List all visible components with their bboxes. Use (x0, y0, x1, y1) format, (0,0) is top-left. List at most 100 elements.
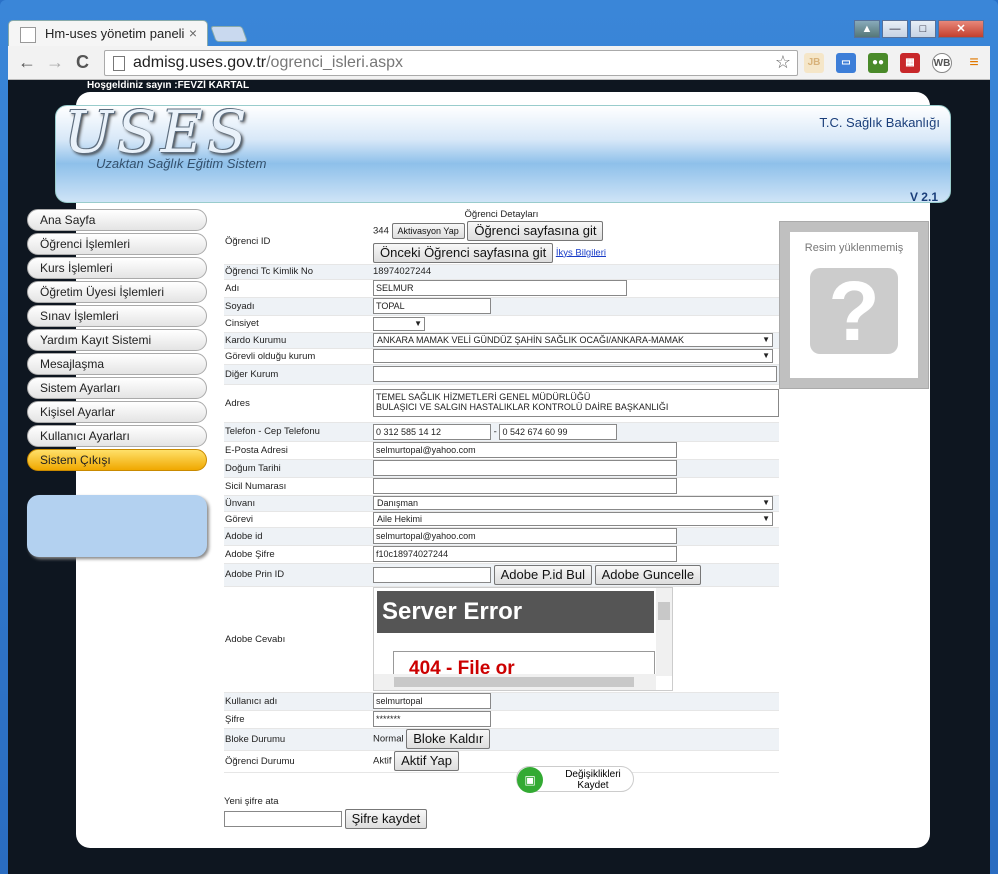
dogum-input[interactable] (373, 460, 677, 476)
dropdown-arrow-icon: ▼ (762, 351, 770, 360)
gorevli-kurum-select[interactable]: ▼ (373, 349, 773, 363)
prev-student-page-button[interactable]: Önceki Öğrenci sayfasına git (373, 242, 554, 263)
new-password-section: Yeni şifre ata Şifre kaydet (224, 796, 779, 829)
tab-strip: Hm-uses yönetim paneli × ▲ — □ ✕ (8, 18, 990, 46)
menu-item-ana-sayfa[interactable]: Ana Sayfa (27, 209, 207, 231)
adi-input[interactable]: SELMUR (373, 280, 627, 296)
label-sicil: Sicil Numarası (224, 477, 373, 495)
label-email: E-Posta Adresi (224, 441, 373, 459)
vertical-scrollbar[interactable] (656, 588, 672, 676)
save-password-button[interactable]: Şifre kaydet (344, 809, 428, 829)
browser-tab[interactable]: Hm-uses yönetim paneli × (8, 20, 208, 46)
forward-icon[interactable]: → (46, 52, 64, 73)
kardo-select[interactable]: ANKARA MAMAK VELİ GÜNDÜZ ŞAHİN SAĞLIK OC… (373, 333, 773, 347)
address-bar[interactable]: admisg.uses.gov.tr/ogrenci_isleri.aspx ☆ (104, 50, 798, 76)
phone-separator: - (493, 426, 497, 438)
bookmark-star-icon[interactable]: ☆ (775, 52, 791, 73)
sifre-input[interactable]: ******* (373, 711, 491, 727)
save-changes-label: Değişiklikleri Kaydet (553, 769, 633, 791)
version-label: V 2.1 (909, 190, 938, 204)
label-dogum: Doğum Tarihi (224, 459, 373, 477)
menu-item-kisisel-ayarlar[interactable]: Kişisel Ayarlar (27, 401, 207, 423)
adobe-id-input[interactable]: selmurtopal@yahoo.com (373, 528, 677, 544)
activate-button[interactable]: Aktif Yap (394, 751, 459, 771)
ikys-info-link[interactable]: İkys Bilgileri (556, 247, 606, 258)
unblock-button[interactable]: Bloke Kaldır (406, 729, 491, 749)
save-changes-button[interactable]: ▣ Değişiklikleri Kaydet (516, 766, 634, 793)
menu-icon[interactable]: ≡ (964, 53, 984, 73)
label-ogrenci-id: Öğrenci ID (224, 220, 373, 264)
telefon-input[interactable]: 0 312 585 14 12 (373, 423, 491, 440)
label-kardo: Kardo Kurumu (224, 332, 373, 348)
adobe-prin-input[interactable] (373, 566, 491, 583)
menu-item-sistem-cikisi[interactable]: Sistem Çıkışı (27, 449, 207, 471)
side-menu: Ana Sayfa Öğrenci İşlemleri Kurs İşlemle… (27, 209, 207, 473)
logo-subtitle: Uzaktan Sağlık Eğitim Sistem (96, 156, 267, 171)
kullanici-input[interactable]: selmurtopal (373, 693, 491, 709)
soyadi-input[interactable]: TOPAL (373, 298, 491, 314)
activation-button[interactable]: Aktivasyon Yap (391, 222, 465, 239)
label-ogrenci-durum: Öğrenci Durumu (224, 750, 373, 772)
label-sifre: Şifre (224, 710, 373, 728)
unvan-select[interactable]: Danışman ▼ (373, 496, 773, 510)
new-password-input[interactable] (224, 811, 342, 827)
reload-icon[interactable]: C (76, 52, 89, 73)
adobe-sifre-input[interactable]: f10c18974027244 (373, 546, 677, 562)
scroll-thumb[interactable] (658, 602, 670, 620)
question-mark-icon: ? (810, 268, 898, 354)
browser-toolbar: ← → C admisg.uses.gov.tr/ogrenci_isleri.… (8, 46, 990, 80)
menu-item-kurs-islemleri[interactable]: Kurs İşlemleri (27, 257, 207, 279)
menu-item-mesajlasma[interactable]: Mesajlaşma (27, 353, 207, 375)
window-controls: ▲ — □ ✕ (854, 20, 984, 38)
new-tab-button[interactable] (210, 26, 248, 42)
label-adobe-cevap: Adobe Cevabı (224, 586, 373, 692)
maximize-button[interactable]: □ (910, 20, 936, 38)
adobe-response-frame[interactable]: Server Error 404 - File or (373, 587, 673, 691)
cep-telefon-input[interactable]: 0 542 674 60 99 (499, 423, 618, 440)
back-icon[interactable]: ← (18, 52, 36, 73)
menu-item-ogretim-uyesi[interactable]: Öğretim Üyesi İşlemleri (27, 281, 207, 303)
adres-line-1: TEMEL SAĞLIK HİZMETLERİ GENEL MÜDÜRLÜĞÜ (376, 392, 591, 402)
email-input[interactable]: selmurtopal@yahoo.com (373, 442, 677, 458)
minimize-button[interactable]: — (882, 20, 908, 38)
menu-item-sistem-ayarlari[interactable]: Sistem Ayarları (27, 377, 207, 399)
diger-kurum-input[interactable] (373, 366, 777, 382)
photo-placeholder-text: Resim yüklenmemiş (804, 242, 904, 254)
adres-line-2: BULAŞICI VE SALGIN HASTALIKLAR KONTROLÜ … (376, 402, 669, 412)
label-unvan: Ünvanı (224, 495, 373, 511)
gorevi-select[interactable]: Aile Hekimi ▼ (373, 512, 773, 526)
label-adres: Adres (224, 384, 373, 422)
menu-item-sinav-islemleri[interactable]: Sınav İşlemleri (27, 305, 207, 327)
save-label-line-1: Değişiklikleri (565, 769, 621, 780)
unvan-value: Danışman (377, 498, 419, 508)
kardo-value: ANKARA MAMAK VELİ GÜNDÜZ ŞAHİN SAĞLIK OC… (377, 335, 685, 345)
sicil-input[interactable] (373, 478, 677, 494)
site-header: USES Uzaktan Sağlık Eğitim Sistem T.C. S… (55, 98, 951, 204)
menu-item-kullanici-ayarlari[interactable]: Kullanıcı Ayarları (27, 425, 207, 447)
adobe-pid-find-button[interactable]: Adobe P.id Bul (493, 564, 592, 585)
window-extension-icon[interactable]: ▭ (836, 53, 856, 73)
menu-item-ogrenci-islemleri[interactable]: Öğrenci İşlemleri (27, 233, 207, 255)
owl-extension-icon[interactable]: ●● (868, 53, 888, 73)
grid-extension-icon[interactable]: ▦ (900, 53, 920, 73)
adobe-update-button[interactable]: Adobe Guncelle (594, 564, 702, 585)
close-window-button[interactable]: ✕ (938, 20, 984, 38)
menu-item-yardim-kayit[interactable]: Yardım Kayıt Sistemi (27, 329, 207, 351)
horizontal-scrollbar[interactable] (374, 674, 656, 690)
label-soyadi: Soyadı (224, 297, 373, 315)
photo-frame: Resim yüklenmemiş ? (790, 232, 918, 378)
scroll-thumb[interactable] (394, 677, 634, 687)
cinsiyet-select[interactable]: ▼ (373, 316, 425, 331)
label-adobe-sifre: Adobe Şifre (224, 545, 373, 563)
goto-student-page-button[interactable]: Öğrenci sayfasına git (467, 220, 604, 241)
dropdown-arrow-icon: ▼ (762, 335, 770, 344)
tc-value: 18974027244 (373, 264, 779, 279)
dropdown-arrow-icon: ▼ (414, 318, 422, 328)
welcome-text: Hoşgeldiniz sayın :FEVZİ KARTAL (87, 80, 250, 91)
user-profile-icon[interactable]: ▲ (854, 20, 880, 38)
jb-extension-icon[interactable]: JB (804, 53, 824, 73)
adres-textarea[interactable]: TEMEL SAĞLIK HİZMETLERİ GENEL MÜDÜRLÜĞÜ B… (373, 389, 779, 417)
tab-close-icon[interactable]: × (189, 25, 197, 41)
wb-extension-icon[interactable]: WB (932, 53, 952, 73)
save-disk-icon: ▣ (517, 767, 543, 793)
